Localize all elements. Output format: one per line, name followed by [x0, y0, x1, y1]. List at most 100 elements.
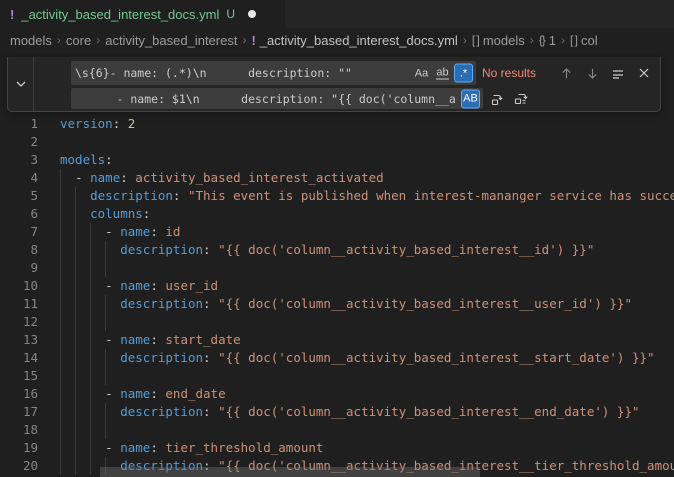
code-text: - name: user_id — [60, 277, 218, 295]
breadcrumb: models › core › activity_based_interest ›! _ac… — [0, 28, 674, 52]
code-line[interactable]: 16 - name: end_date — [0, 385, 674, 403]
line-number: 15 — [0, 367, 38, 385]
line-number: 5 — [0, 187, 38, 205]
indent-guide — [90, 313, 91, 331]
indent-guide — [90, 367, 91, 385]
close-icon — [638, 67, 650, 79]
whole-word-button[interactable]: ab — [433, 64, 452, 83]
selection-lines-icon — [611, 66, 625, 80]
code-text: version: 2 — [60, 115, 135, 133]
next-match-button[interactable] — [582, 61, 602, 85]
line-number: 9 — [0, 259, 38, 277]
code-text: description: "{{ doc('column__activity_b… — [60, 241, 594, 259]
breadcrumb-item-activity_based_interest[interactable]: activity_based_interest — [105, 33, 237, 48]
code-text: description: "{{ doc('column__activity_b… — [60, 403, 640, 421]
arrow-down-icon — [586, 67, 599, 80]
git-untracked-badge: U — [226, 7, 235, 21]
unsaved-changes-dot[interactable] — [248, 10, 256, 18]
replace-all-icon — [513, 91, 530, 107]
previous-match-button[interactable] — [556, 61, 576, 85]
breadcrumb-item-core[interactable]: core — [66, 33, 91, 48]
line-number: 7 — [0, 223, 38, 241]
code-text: description: "{{ doc('column__activity_b… — [60, 295, 632, 313]
arrow-up-icon — [560, 67, 573, 80]
chevron-down-icon — [15, 78, 27, 90]
match-case-button[interactable]: Aa — [412, 64, 431, 83]
line-number: 14 — [0, 349, 38, 367]
breadcrumb-separator: › — [57, 33, 61, 47]
line-number: 19 — [0, 439, 38, 457]
line-number: 8 — [0, 241, 38, 259]
code-text: - name: activity_based_interest_activate… — [60, 169, 384, 187]
code-text: - name: id — [60, 223, 180, 241]
line-number: 10 — [0, 277, 38, 295]
toggle-replace-button[interactable] — [8, 57, 34, 111]
replace-options: AB — [461, 89, 480, 108]
indent-guide — [60, 367, 61, 385]
breadcrumb-item-col[interactable]: [ ]col — [570, 33, 598, 48]
indent-guide — [75, 367, 76, 385]
code-line[interactable]: 1version: 2 — [0, 115, 674, 133]
code-line[interactable]: 10 - name: user_id — [0, 277, 674, 295]
close-find-widget-button[interactable] — [634, 61, 654, 85]
code-line[interactable]: 19 - name: tier_threshold_amount — [0, 439, 674, 457]
breadcrumb-label: activity_based_interest — [105, 33, 237, 48]
code-text: models: — [60, 151, 113, 169]
code-text: - name: start_date — [60, 331, 241, 349]
code-line[interactable]: 4 - name: activity_based_interest_activa… — [0, 169, 674, 187]
breadcrumb-item-1[interactable]: {}1 — [539, 33, 556, 48]
line-number: 11 — [0, 295, 38, 313]
object-symbol-icon: {} — [539, 33, 545, 47]
indent-guide — [105, 259, 106, 277]
yaml-file-icon: ! — [10, 7, 14, 22]
preserve-case-button[interactable]: AB — [461, 89, 480, 108]
breadcrumb-label: core — [66, 33, 91, 48]
breadcrumb-separator: › — [242, 33, 246, 47]
tab-bar: ! _activity_based_interest_docs.yml U — [0, 0, 674, 28]
code-line[interactable]: 3 models: — [0, 151, 674, 169]
replace-all-button[interactable] — [511, 88, 531, 109]
replace-input[interactable] — [71, 88, 483, 109]
code-line[interactable]: 14 description: "{{ doc('column__activit… — [0, 349, 674, 367]
code-line[interactable]: 17 description: "{{ doc('column__activit… — [0, 403, 674, 421]
breadcrumb-label: _activity_based_interest_docs.yml — [260, 33, 458, 48]
indent-guide — [60, 313, 61, 331]
code-line[interactable]: 7 - name: id — [0, 223, 674, 241]
code-line[interactable]: 5 description: "This event is published … — [0, 187, 674, 205]
tab-activity-based-interest-docs[interactable]: ! _activity_based_interest_docs.yml U — [0, 0, 285, 28]
breadcrumb-item-models[interactable]: models — [10, 33, 52, 48]
code-line[interactable]: 15 — [0, 367, 674, 385]
code-editor[interactable]: 1version: 223 models:4 - name: activity_b… — [0, 52, 674, 477]
breadcrumb-label: models — [10, 33, 52, 48]
code-line[interactable]: 8 description: "{{ doc('column__activity… — [0, 241, 674, 259]
breadcrumb-separator: › — [96, 33, 100, 47]
breadcrumb-separator: › — [463, 33, 467, 47]
indent-guide — [60, 259, 61, 277]
regex-button[interactable]: .* — [454, 64, 473, 83]
code-line[interactable]: 6 columns: — [0, 205, 674, 223]
replace-icon — [489, 91, 505, 107]
replace-button[interactable] — [487, 88, 507, 109]
replace-input-wrap: AB — [71, 88, 483, 109]
line-number: 20 — [0, 457, 38, 475]
warning-icon: ! — [251, 33, 255, 48]
code-text: description: "This event is published wh… — [60, 187, 674, 205]
indent-guide — [75, 421, 76, 439]
indent-guide — [75, 259, 76, 277]
code-line[interactable]: 18 — [0, 421, 674, 439]
code-line[interactable]: 2 — [0, 133, 674, 151]
code-line[interactable]: 11 description: "{{ doc('column__activit… — [0, 295, 674, 313]
breadcrumb-item-_activity_based_interest_docs.yml[interactable]: ! _activity_based_interest_docs.yml — [251, 33, 457, 48]
line-number: 3 — [0, 151, 38, 169]
code-line[interactable]: 12 — [0, 313, 674, 331]
code-text: - name: tier_threshold_amount — [60, 439, 323, 457]
code-line[interactable]: 9 — [0, 259, 674, 277]
line-number: 2 — [0, 133, 38, 151]
line-number: 6 — [0, 205, 38, 223]
breadcrumb-item-models[interactable]: [ ]models — [472, 33, 525, 48]
array-symbol-icon: [ ] — [472, 33, 479, 47]
find-in-selection-button[interactable] — [608, 61, 628, 85]
tab-title: _activity_based_interest_docs.yml — [21, 7, 219, 22]
code-line[interactable]: 13 - name: start_date — [0, 331, 674, 349]
horizontal-scrollbar[interactable] — [100, 467, 480, 477]
